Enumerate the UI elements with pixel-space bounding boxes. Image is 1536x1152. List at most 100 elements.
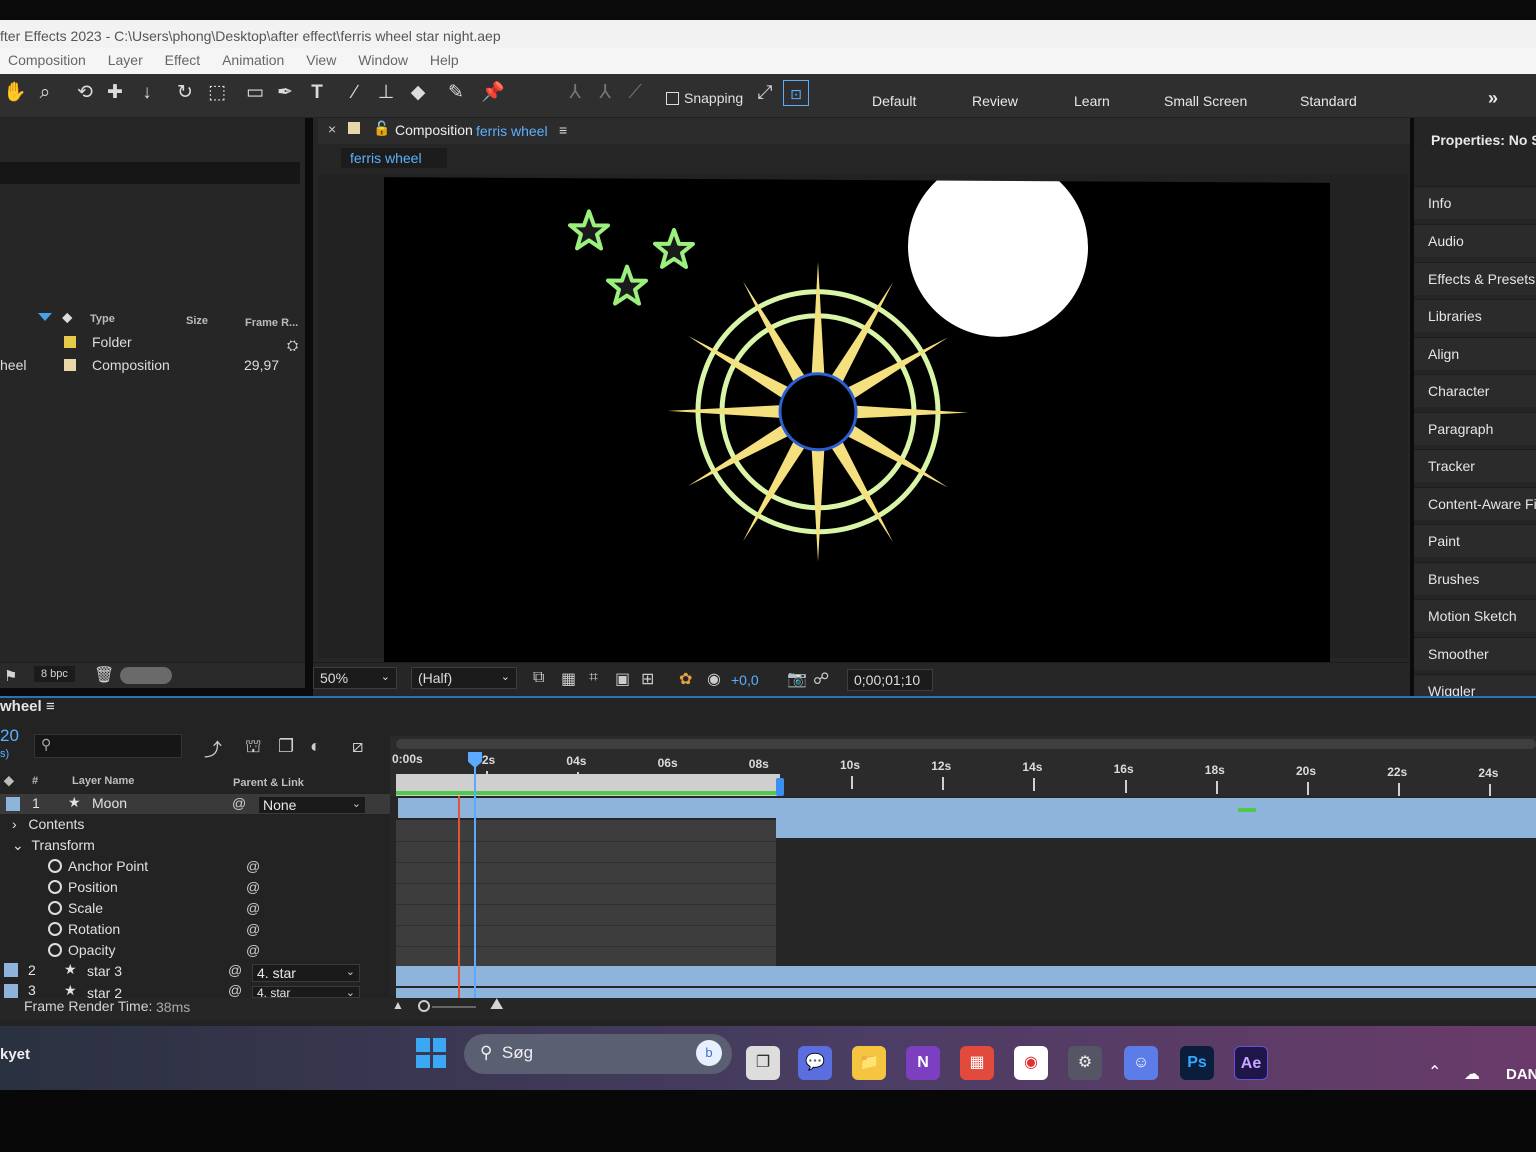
keyframe-marker[interactable] xyxy=(1238,808,1256,812)
after-effects-icon[interactable]: Ae xyxy=(1234,1046,1268,1080)
stopwatch-icon[interactable] xyxy=(48,943,62,957)
time-navigator[interactable] xyxy=(396,739,1536,749)
photoshop-icon[interactable]: Ps xyxy=(1180,1046,1214,1080)
panel-motion-sketch[interactable]: Motion Sketch xyxy=(1414,599,1536,632)
discord-icon[interactable]: ☺ xyxy=(1124,1046,1158,1080)
frame-blending-icon[interactable]: ◐ xyxy=(310,736,321,757)
pan-tool-icon[interactable]: ✚ xyxy=(102,80,128,106)
brush-tool-icon[interactable]: ∕ xyxy=(342,80,368,106)
workspace-default[interactable]: Default xyxy=(872,93,916,109)
layer-bar-star2[interactable] xyxy=(396,988,1536,998)
panel-info[interactable]: Info xyxy=(1414,186,1536,219)
prop-anchor-point[interactable]: Anchor Point xyxy=(48,858,148,874)
menu-layer[interactable]: Layer xyxy=(108,48,143,68)
teams-chat-icon[interactable]: 💬 xyxy=(798,1046,832,1080)
zoom-dropdown[interactable]: 50% ⌄ xyxy=(313,667,397,689)
pick-whip-icon[interactable]: @ xyxy=(228,984,242,998)
group-contents[interactable]: › Contents xyxy=(12,816,84,832)
panel-character[interactable]: Character xyxy=(1414,374,1536,407)
graph-editor-icon[interactable]: ⧄ xyxy=(352,736,363,757)
chevron-down-icon[interactable]: ⌄ xyxy=(12,837,24,853)
workspace-overflow-icon[interactable]: » xyxy=(1488,88,1498,109)
axis-view-icon[interactable]: ⟋ xyxy=(622,80,648,106)
taskbar-search[interactable]: ⚲ Søg b xyxy=(464,1034,732,1074)
col-frame-rate[interactable]: Frame R... xyxy=(245,317,298,329)
trash-icon[interactable]: 🗑 xyxy=(94,665,114,685)
type-tool-icon[interactable]: T xyxy=(304,80,330,106)
interpret-footage-icon[interactable]: ⚑ xyxy=(4,667,17,685)
dolly-tool-icon[interactable]: ↓ xyxy=(134,80,160,106)
prop-rotation[interactable]: Rotation xyxy=(48,921,120,937)
rectangle-tool-icon[interactable]: ▭ xyxy=(242,80,268,106)
rotate-tool-icon[interactable]: ↻ xyxy=(172,80,198,106)
store-icon[interactable]: ▦ xyxy=(960,1046,994,1080)
timeline-comp-name[interactable]: wheel xyxy=(0,698,42,715)
panel-audio[interactable]: Audio xyxy=(1414,224,1536,257)
layer-label-swatch[interactable] xyxy=(4,963,18,977)
snapshot-icon[interactable]: 📷 xyxy=(787,669,807,689)
layer-bar-moon[interactable] xyxy=(398,798,1536,818)
workspace-review[interactable]: Review xyxy=(972,93,1018,109)
chevron-right-icon[interactable]: › xyxy=(12,816,17,832)
exposure-value[interactable]: +0,0 xyxy=(731,672,759,688)
layer-name[interactable]: star 3 xyxy=(87,963,122,979)
pick-whip-icon[interactable]: @ xyxy=(232,795,246,811)
menu-window[interactable]: Window xyxy=(358,48,408,68)
prop-position[interactable]: Position xyxy=(48,879,118,895)
bing-icon[interactable]: b xyxy=(696,1040,722,1066)
region-of-interest-icon[interactable]: ▣ xyxy=(615,669,630,689)
pick-whip-icon[interactable]: @ xyxy=(246,921,260,937)
menu-composition[interactable]: Composition xyxy=(8,48,86,68)
zoom-in-icon[interactable]: ⛰ xyxy=(490,996,503,1014)
timeline-zoom-slider[interactable] xyxy=(418,1000,430,1012)
panel-content-aware-fill[interactable]: Content-Aware Fi xyxy=(1414,487,1536,520)
comp-tab-name[interactable]: ferris wheel xyxy=(476,123,548,139)
comp-tab-label[interactable]: Composition xyxy=(395,122,473,138)
pen-tool-icon[interactable]: ✒ xyxy=(272,80,298,106)
channel-icon[interactable]: ✿ xyxy=(679,669,692,689)
snap-options-icon[interactable]: ⤢ xyxy=(752,80,778,106)
timeline-current-time[interactable]: 20 xyxy=(0,726,19,746)
col-layer-name[interactable]: Layer Name xyxy=(72,775,134,787)
panel-tracker[interactable]: Tracker xyxy=(1414,449,1536,482)
file-explorer-icon[interactable]: 📁 xyxy=(852,1046,886,1080)
panel-paragraph[interactable]: Paragraph xyxy=(1414,412,1536,445)
panel-libraries[interactable]: Libraries xyxy=(1414,299,1536,332)
menu-effect[interactable]: Effect xyxy=(165,48,201,68)
bpc-toggle[interactable]: 8 bpc xyxy=(34,666,75,682)
menu-animation[interactable]: Animation xyxy=(222,48,284,68)
panel-brushes[interactable]: Brushes xyxy=(1414,562,1536,595)
label-sort-icon[interactable] xyxy=(38,313,52,321)
pick-whip-icon[interactable]: @ xyxy=(228,962,242,978)
prop-scale[interactable]: Scale xyxy=(48,900,103,916)
axis-local-icon[interactable]: ⅄ xyxy=(562,80,588,106)
panel-paint[interactable]: Paint xyxy=(1414,524,1536,557)
settings-gear-icon[interactable]: ⚙ xyxy=(1068,1046,1102,1080)
pick-whip-icon[interactable]: @ xyxy=(246,942,260,958)
prop-opacity[interactable]: Opacity xyxy=(48,942,115,958)
draft-3d-icon[interactable]: ⛫ xyxy=(245,736,262,760)
eraser-tool-icon[interactable]: ◆ xyxy=(405,80,431,106)
pick-whip-icon[interactable]: @ xyxy=(246,900,260,916)
chrome-icon[interactable]: ◉ xyxy=(1014,1046,1048,1080)
shy-layers-icon[interactable]: ❐ xyxy=(278,736,294,757)
stopwatch-icon[interactable] xyxy=(48,859,62,873)
current-time-indicator[interactable] xyxy=(474,752,476,1002)
layer-name[interactable]: star 2 xyxy=(87,985,122,998)
parent-dropdown-star3[interactable]: 4. star ⌄ xyxy=(252,964,360,982)
lock-icon[interactable]: 🔓 xyxy=(373,120,390,137)
transparency-grid-icon[interactable]: ▦ xyxy=(561,669,576,689)
layer-label-swatch[interactable] xyxy=(4,984,18,998)
parent-dropdown-moon[interactable]: None ⌄ xyxy=(258,796,366,814)
stopwatch-icon[interactable] xyxy=(48,901,62,915)
clone-stamp-icon[interactable]: ⊥ xyxy=(373,80,399,106)
snap-target-icon[interactable]: ⊡ xyxy=(783,80,809,106)
axis-world-icon[interactable]: ⅄ xyxy=(592,80,618,106)
col-parent-link[interactable]: Parent & Link xyxy=(233,777,304,789)
resolution-dropdown[interactable]: (Half) ⌄ xyxy=(411,667,517,689)
comp-flow-tab[interactable]: ferris wheel xyxy=(341,148,447,168)
col-type[interactable]: Type xyxy=(90,313,115,325)
stopwatch-icon[interactable] xyxy=(48,922,62,936)
show-snapshot-icon[interactable]: ☍ xyxy=(813,669,829,689)
panel-menu-icon[interactable]: ≡ xyxy=(559,122,567,138)
